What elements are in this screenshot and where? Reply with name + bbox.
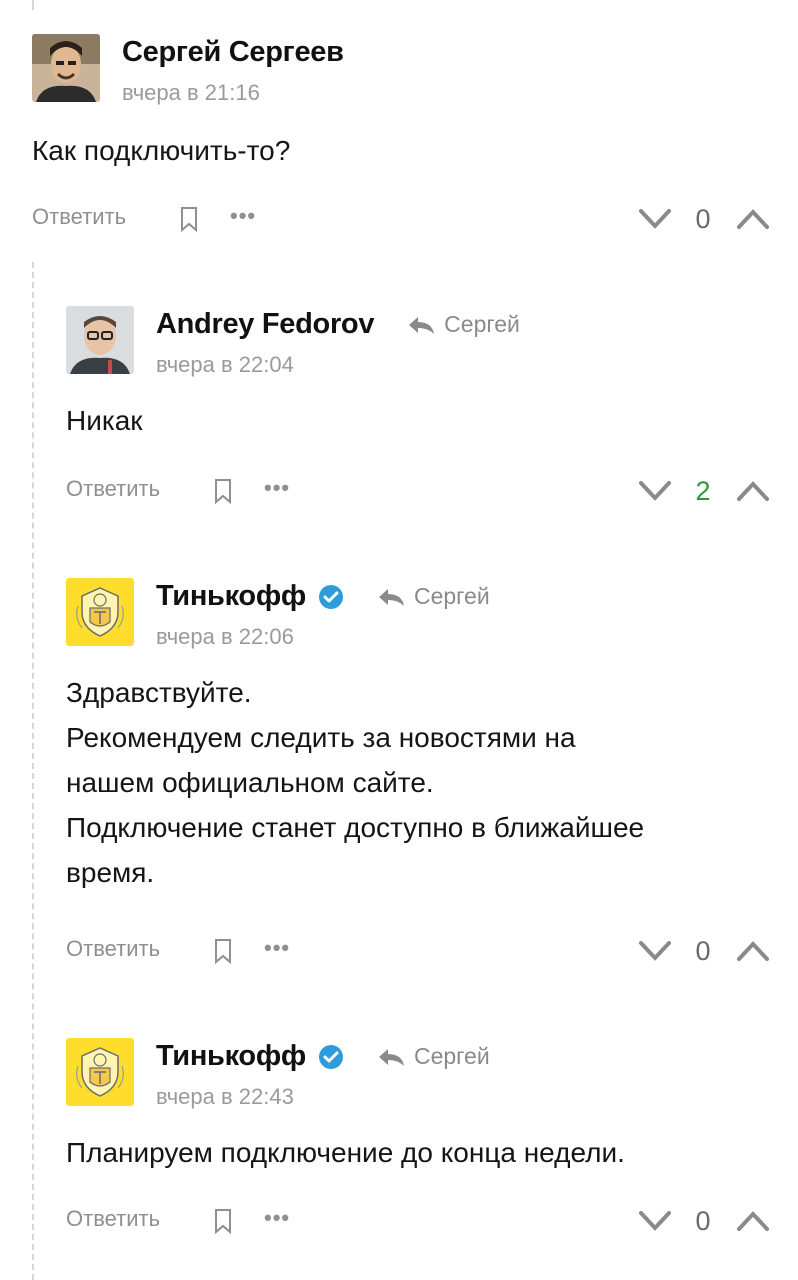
comment-actions: Ответить ••• 0	[66, 932, 770, 972]
reply-arrow-icon	[378, 1048, 404, 1066]
vote-up-icon[interactable]	[736, 940, 770, 962]
comment-time[interactable]: вчера в 22:06	[156, 624, 294, 650]
bookmark-icon[interactable]	[214, 1208, 232, 1234]
comment-text: Никак	[66, 398, 143, 443]
bookmark-icon[interactable]	[214, 478, 232, 504]
author-row: Andrey Fedorov Сергей	[156, 308, 520, 341]
comment-text-line: Подключение станет доступно в ближайшее	[66, 812, 645, 843]
comment-time[interactable]: вчера в 22:43	[156, 1084, 294, 1110]
more-icon[interactable]: •••	[264, 475, 290, 501]
tinkoff-logo	[66, 578, 134, 646]
bookmark-icon[interactable]	[214, 938, 232, 964]
reply-arrow-icon	[378, 588, 404, 606]
more-icon[interactable]: •••	[264, 935, 290, 961]
verified-icon	[318, 1044, 343, 1069]
comment-time[interactable]: вчера в 22:04	[156, 352, 294, 378]
author-name[interactable]: Сергей Сергеев	[122, 36, 344, 69]
comment-actions: Ответить ••• 0	[32, 200, 772, 240]
avatar[interactable]	[32, 34, 100, 102]
comment-actions: Ответить ••• 0	[66, 1202, 770, 1242]
reply-to-name[interactable]: Сергей	[414, 583, 490, 610]
reply-to[interactable]: Сергей	[376, 1043, 490, 1070]
comment-text-line: время.	[66, 857, 155, 888]
reply-arrow-icon	[409, 316, 435, 334]
tinkoff-logo	[66, 1038, 134, 1106]
reply-button[interactable]: Ответить	[66, 936, 160, 962]
vote-score: 0	[695, 936, 711, 966]
vote-up-icon[interactable]	[736, 208, 770, 230]
thread-line	[32, 262, 34, 1280]
vote-score: 0	[695, 204, 711, 234]
comment-text: Планируем подключение до конца недели.	[66, 1130, 625, 1175]
author-name[interactable]: Andrey Fedorov	[156, 308, 374, 341]
vote-down-icon[interactable]	[638, 208, 672, 230]
comment-text-line: Никак	[66, 405, 143, 436]
author-name[interactable]: Тинькофф	[156, 1040, 306, 1073]
avatar[interactable]	[66, 578, 134, 646]
more-icon[interactable]: •••	[264, 1205, 290, 1231]
avatar[interactable]	[66, 1038, 134, 1106]
avatar[interactable]	[66, 306, 134, 374]
reply-to-name[interactable]: Сергей	[414, 1043, 490, 1070]
vote-down-icon[interactable]	[638, 480, 672, 502]
comment-text-line: Планируем подключение до конца недели.	[66, 1137, 625, 1168]
comment-text: Здравствуйте. Рекомендуем следить за нов…	[66, 670, 644, 895]
comment-actions: Ответить ••• 2	[66, 472, 770, 512]
comment-text-line: Как подключить-то?	[32, 135, 291, 166]
reply-to-name[interactable]: Сергей	[444, 311, 520, 338]
bookmark-icon[interactable]	[180, 206, 198, 232]
comment-text-line: Рекомендуем следить за новостями на	[66, 722, 576, 753]
comment-text-line: нашем официальном сайте.	[66, 767, 434, 798]
thread-connector-top	[32, 0, 34, 10]
verified-icon	[318, 584, 343, 609]
author-row: Тинькофф Сергей	[156, 1040, 490, 1073]
reply-button[interactable]: Ответить	[66, 476, 160, 502]
author-row: Тинькофф Сергей	[156, 580, 490, 613]
more-icon[interactable]: •••	[230, 203, 256, 229]
reply-to[interactable]: Сергей	[406, 311, 520, 338]
comment-time[interactable]: вчера в 21:16	[122, 80, 260, 106]
vote-down-icon[interactable]	[638, 1210, 672, 1232]
comment-text-line: Здравствуйте.	[66, 677, 252, 708]
vote-down-icon[interactable]	[638, 940, 672, 962]
vote-score: 0	[695, 1206, 711, 1236]
reply-button[interactable]: Ответить	[66, 1206, 160, 1232]
author-name[interactable]: Тинькофф	[156, 580, 306, 613]
comment-text: Как подключить-то?	[32, 128, 290, 173]
vote-score: 2	[695, 476, 711, 506]
reply-to[interactable]: Сергей	[376, 583, 490, 610]
vote-up-icon[interactable]	[736, 1210, 770, 1232]
reply-button[interactable]: Ответить	[32, 204, 126, 230]
vote-up-icon[interactable]	[736, 480, 770, 502]
